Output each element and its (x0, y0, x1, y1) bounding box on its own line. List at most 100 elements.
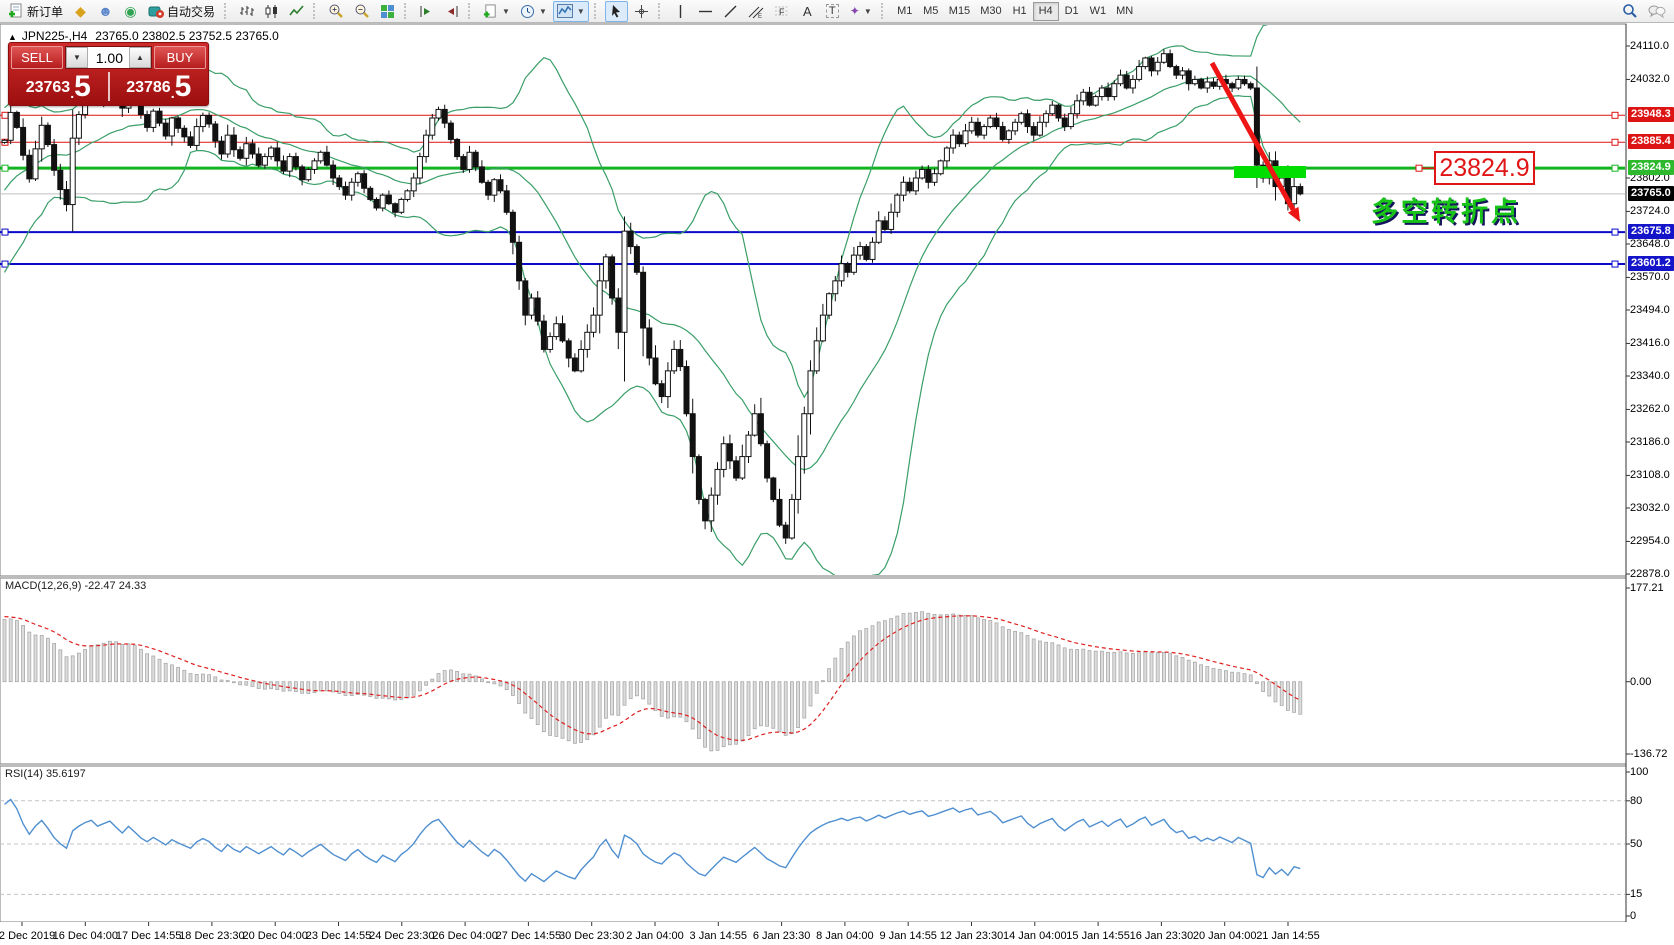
toolbar-separator (658, 3, 664, 19)
dropdown-arrow-icon: ▼ (577, 7, 585, 16)
autoscroll-icon (419, 4, 434, 19)
toolbar-separator (224, 3, 230, 19)
price-axis-tick: 23494.0 (1630, 304, 1670, 316)
time-axis-label: 9 Jan 14:55 (879, 930, 937, 942)
zoom-in-button[interactable] (324, 1, 348, 22)
bar-chart-button[interactable] (235, 1, 258, 22)
vertical-line-icon (674, 4, 687, 19)
zoom-out-button[interactable] (350, 1, 374, 22)
rsi-axis-tick: 0 (1630, 910, 1636, 922)
timeframe-button-d1[interactable]: D1 (1059, 2, 1085, 21)
timeframe-button-h1[interactable]: H1 (1007, 2, 1033, 21)
metaeditor-icon: ◆ (75, 3, 86, 20)
rsi-axis-tick: 50 (1630, 838, 1642, 850)
chat-icon (1648, 4, 1666, 19)
toolbar-separator (594, 3, 600, 19)
price-tag-23824.9: 23824.9 (1628, 160, 1674, 175)
volume-increase-button[interactable]: ▲ (129, 47, 151, 68)
arrows-tool-button[interactable]: ✦▼ (846, 1, 876, 22)
autotrading-label: 自动交易 (167, 3, 215, 20)
chart-canvas[interactable] (0, 0, 1674, 945)
chart-shift-button[interactable] (440, 1, 463, 22)
volume-control: ▼ ▲ (65, 46, 152, 69)
timeframe-button-m30[interactable]: M30 (975, 2, 1006, 21)
one-click-trade-panel: SELL ▼ ▲ BUY 23763.5 23786.5 (8, 42, 209, 106)
tile-windows-button[interactable] (376, 1, 399, 22)
search-button[interactable] (1618, 1, 1642, 22)
price-axis[interactable]: 24110.024032.023802.023724.023648.023570… (1626, 0, 1674, 945)
signals-icon: ◉ (124, 3, 136, 20)
autotrading-icon (148, 3, 164, 19)
price-tag-23675.8: 23675.8 (1628, 224, 1674, 239)
time-axis-label: 17 Dec 14:55 (116, 930, 181, 942)
dropdown-arrow-icon: ▼ (502, 7, 510, 16)
vertical-line-tool-button[interactable] (669, 1, 692, 22)
crosshair-tool-button[interactable] (630, 1, 653, 22)
sell-button[interactable]: SELL (11, 46, 63, 69)
price-callout-box[interactable]: 23824.9 (1434, 151, 1535, 185)
volume-input[interactable] (88, 47, 129, 68)
ohlc-readout: 23765.0 23802.5 23752.5 23765.0 (95, 29, 279, 43)
buy-button[interactable]: BUY (154, 46, 206, 69)
time-axis-label: 8 Jan 04:00 (816, 930, 874, 942)
timeframe-button-m15[interactable]: M15 (944, 2, 975, 21)
price-axis-tick: 24110.0 (1630, 40, 1669, 52)
timeframe-button-h4[interactable]: H4 (1033, 2, 1059, 21)
rsi-axis-tick: 100 (1630, 766, 1648, 778)
rsi-label: RSI(14) 35.6197 (5, 768, 86, 780)
turning-point-text: 多空转折点 (1371, 190, 1521, 229)
time-axis-label: 24 Dec 23:30 (369, 930, 434, 942)
candlestick-chart-icon (264, 4, 279, 19)
volume-decrease-button[interactable]: ▼ (66, 47, 88, 68)
autoscroll-button[interactable] (415, 1, 438, 22)
main-toolbar: 新订单 ◆ ☻ ◉ 自动交易 ▼ ▼ ▼ E F A T (0, 0, 1674, 23)
svg-text:E: E (758, 14, 762, 19)
autotrading-button[interactable]: 自动交易 (144, 1, 219, 22)
collapse-panel-button[interactable]: ▲ (8, 32, 17, 42)
price-tag-23885.4: 23885.4 (1628, 134, 1674, 149)
text-label-tool-button[interactable]: T (821, 1, 844, 22)
macd-pane[interactable] (0, 578, 1626, 764)
fibonacci-tool-button[interactable]: F (770, 1, 794, 22)
timeframe-button-m5[interactable]: M5 (918, 2, 944, 21)
chat-button[interactable] (1644, 1, 1670, 22)
timeframe-button-w1[interactable]: W1 (1085, 2, 1112, 21)
new-order-label: 新订单 (27, 3, 63, 20)
price-axis-tick: 23032.0 (1630, 502, 1670, 514)
arrows-icon: ✦ (850, 4, 860, 18)
period-button[interactable]: ▼ (516, 1, 551, 22)
time-axis-label: 15 Jan 14:55 (1066, 930, 1130, 942)
line-chart-icon (289, 4, 304, 19)
chart-template-button[interactable]: ▼ (553, 1, 589, 22)
new-chart-button[interactable]: ▼ (479, 1, 514, 22)
sell-price[interactable]: 23763.5 (9, 70, 108, 103)
text-tool-button[interactable]: A (796, 1, 819, 22)
horizontal-line-tool-button[interactable] (694, 1, 717, 22)
dropdown-arrow-icon: ▼ (539, 7, 547, 16)
trendline-tool-button[interactable] (719, 1, 742, 22)
search-icon (1622, 3, 1638, 19)
text-icon: A (803, 4, 812, 19)
chart-shift-icon (444, 4, 459, 19)
metaeditor-button[interactable]: ◆ (69, 1, 92, 22)
buy-price[interactable]: 23786.5 (110, 70, 209, 103)
line-chart-button[interactable] (285, 1, 308, 22)
time-axis-label: 23 Dec 14:55 (306, 930, 371, 942)
price-axis-tick: 23186.0 (1630, 436, 1670, 448)
price-axis-tick: 23570.0 (1630, 271, 1670, 283)
trendline-icon (723, 4, 738, 19)
chart-header: ▲JPN225-,H423765.0 23802.5 23752.5 23765… (8, 29, 279, 43)
signals-button[interactable]: ◉ (119, 1, 142, 22)
timeframe-button-m1[interactable]: M1 (892, 2, 918, 21)
time-axis-label: 14 Jan 04:00 (1003, 930, 1067, 942)
zoom-in-icon (328, 3, 344, 19)
timeframe-button-mn[interactable]: MN (1111, 2, 1138, 21)
main-pane[interactable] (0, 24, 1626, 576)
time-axis-label: 20 Jan 04:00 (1193, 930, 1257, 942)
community-button[interactable]: ☻ (94, 1, 117, 22)
channel-tool-button[interactable]: E (744, 1, 768, 22)
candlestick-chart-button[interactable] (260, 1, 283, 22)
price-axis-tick: 22954.0 (1630, 535, 1670, 547)
cursor-tool-button[interactable] (605, 1, 628, 22)
new-order-button[interactable]: 新订单 (4, 1, 67, 22)
